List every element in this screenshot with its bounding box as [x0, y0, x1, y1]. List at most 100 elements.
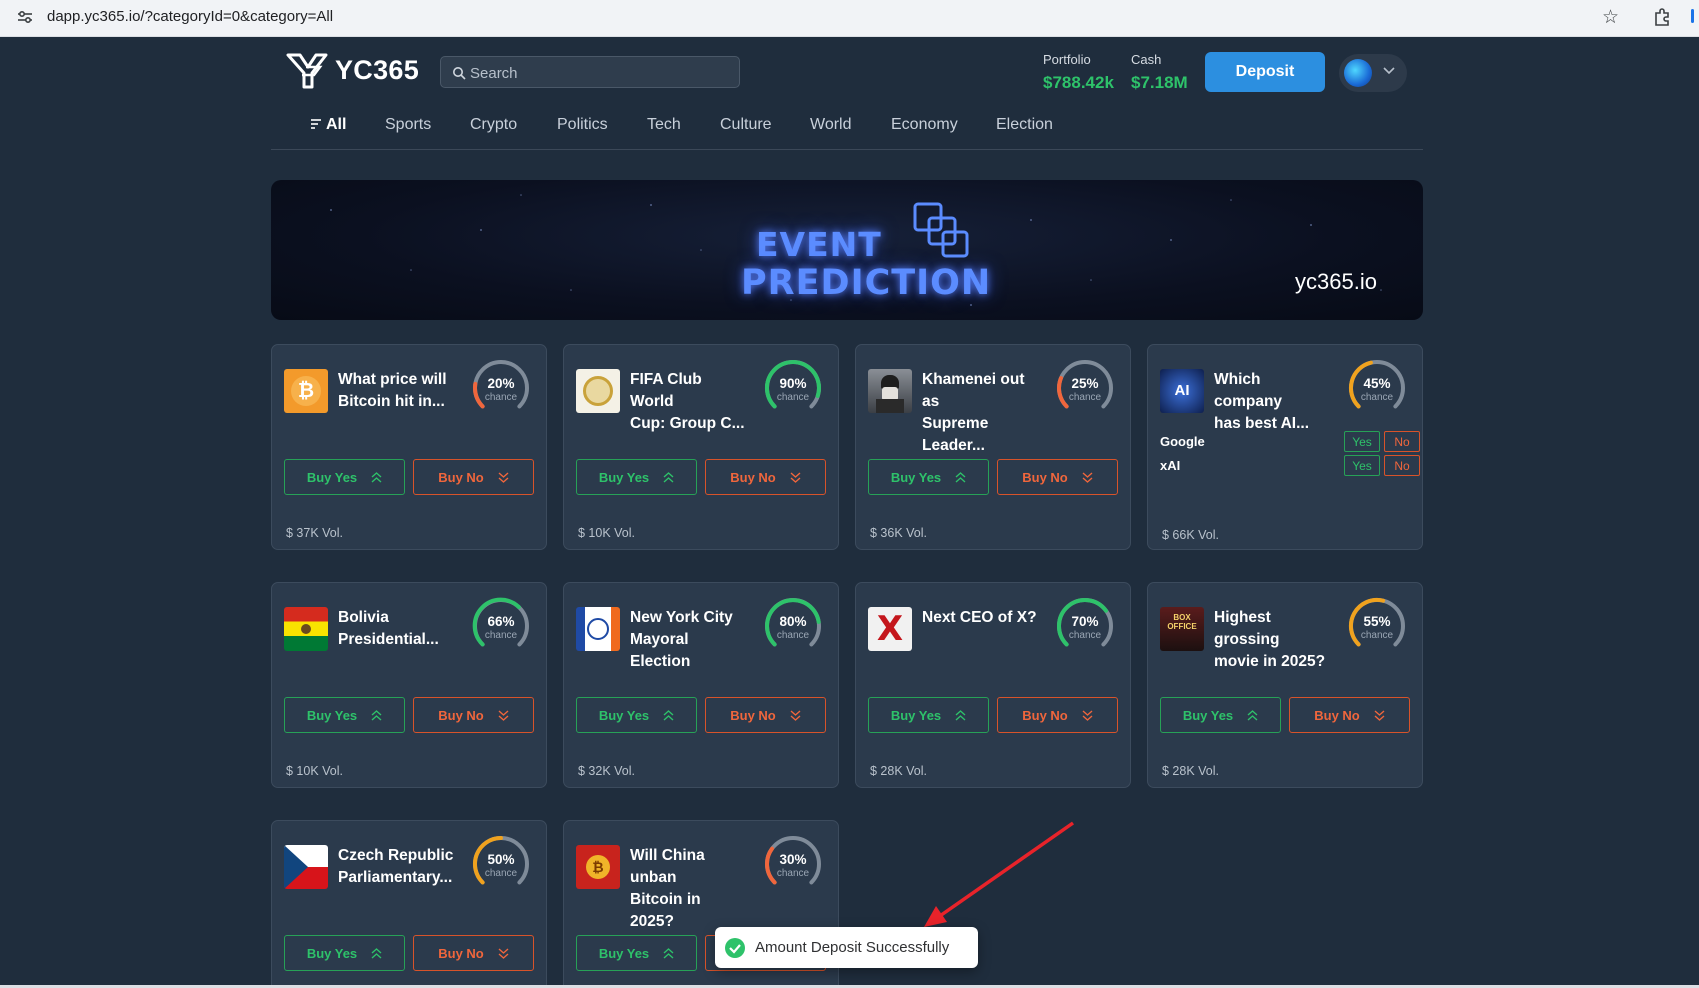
buy-yes-label: Buy Yes [890, 469, 942, 485]
chance-gauge: 45% chance [1346, 359, 1408, 409]
market-title-line1: Khamenei out as [922, 371, 1025, 410]
market-title[interactable]: Which company has best AI... [1214, 369, 1332, 435]
buy-yes-label: Buy Yes [598, 707, 650, 723]
market-card[interactable]: ₿ What price will Bitcoin hit in... 20% chan… [271, 344, 547, 550]
banner-title-line1: EVENT [756, 225, 882, 264]
bitcoin-icon[interactable]: ₿ [284, 369, 328, 413]
market-title[interactable]: Next CEO of X? [922, 607, 1040, 629]
tab-all[interactable]: All [310, 116, 346, 134]
khamenei-portrait-icon[interactable] [868, 369, 912, 413]
brand-name[interactable]: YC365 [335, 55, 419, 86]
tab-election[interactable]: Election [996, 116, 1053, 134]
bolivia-flag-icon[interactable] [284, 607, 328, 651]
tab-world[interactable]: World [810, 116, 852, 134]
market-title[interactable]: Czech Republic Parliamentary... [338, 845, 456, 889]
buy-yes-button[interactable]: Buy Yes [284, 697, 405, 733]
fifa-emblem-icon[interactable] [576, 369, 620, 413]
option-row: Google Yes No [1160, 431, 1420, 453]
deposit-button[interactable]: Deposit [1205, 52, 1325, 92]
tab-culture[interactable]: Culture [720, 116, 772, 134]
market-title[interactable]: Will China unban Bitcoin in 2025? [630, 845, 748, 933]
buy-no-button[interactable]: Buy No [413, 697, 534, 733]
tab-economy[interactable]: Economy [891, 116, 958, 134]
market-title[interactable]: What price will Bitcoin hit in... [338, 369, 456, 413]
tab-politics[interactable]: Politics [557, 116, 608, 134]
buy-no-button[interactable]: Buy No [413, 459, 534, 495]
portfolio-stat[interactable]: Portfolio $788.42k [1043, 52, 1114, 93]
chance-percent: 50% [487, 852, 515, 867]
buy-no-button[interactable]: Buy No [705, 459, 826, 495]
double-chevron-down-icon [498, 709, 509, 721]
market-title[interactable]: Highest grossing movie in 2025? [1214, 607, 1332, 673]
market-card[interactable]: Czech Republic Parliamentary... 50% chance B… [271, 820, 547, 988]
cash-value: $7.18M [1131, 73, 1188, 92]
avatar[interactable] [1344, 59, 1372, 87]
x-logo-icon[interactable]: X [868, 607, 912, 651]
chance-gauge: 25% chance [1054, 359, 1116, 409]
option-no-button[interactable]: No [1384, 431, 1420, 452]
tab-crypto[interactable]: Crypto [470, 116, 517, 134]
market-card[interactable]: FIFA Club World Cup: Group C... 90% chance B… [563, 344, 839, 550]
bookmark-star-icon[interactable]: ☆ [1602, 6, 1619, 29]
chance-gauge: 20% chance [470, 359, 532, 409]
cash-stat[interactable]: Cash $7.18M [1131, 52, 1188, 93]
buy-yes-button[interactable]: Buy Yes [576, 935, 697, 971]
buy-yes-button[interactable]: Buy Yes [868, 697, 989, 733]
chance-percent: 20% [487, 376, 515, 391]
buy-no-button[interactable]: Buy No [997, 459, 1118, 495]
nyc-seal-icon[interactable] [576, 607, 620, 651]
buy-yes-label: Buy Yes [306, 707, 358, 723]
market-card[interactable]: Bolivia Presidential... 66% chance Buy Yes Bu… [271, 582, 547, 788]
site-settings-icon[interactable] [16, 8, 34, 26]
extensions-icon[interactable] [1652, 7, 1672, 27]
chance-gauge: 50% chance [470, 835, 532, 885]
czech-flag-icon[interactable] [284, 845, 328, 889]
china-bitcoin-icon[interactable]: ₿ [576, 845, 620, 889]
account-menu[interactable] [1339, 54, 1407, 92]
double-chevron-up-icon [663, 709, 674, 721]
buy-yes-button[interactable]: Buy Yes [1160, 697, 1281, 733]
chance-label: chance [484, 630, 518, 641]
ai-icon[interactable]: AI [1160, 369, 1204, 413]
chance-label: chance [484, 868, 518, 879]
url-text[interactable]: dapp.yc365.io/?categoryId=0&category=All [47, 8, 333, 25]
volume-text: $ 66K Vol. [1162, 528, 1219, 542]
buy-yes-button[interactable]: Buy Yes [576, 459, 697, 495]
buy-yes-button[interactable]: Buy Yes [284, 459, 405, 495]
market-card[interactable]: BOX OFFICE Highest grossing movie in 2025?… [1147, 582, 1423, 788]
event-prediction-banner[interactable]: EVENT PREDICTION yc365.io [271, 180, 1423, 320]
market-card[interactable]: AI Which company has best AI... 45% chance Go… [1147, 344, 1423, 550]
chance-label: chance [1360, 630, 1394, 641]
double-chevron-up-icon [371, 471, 382, 483]
buy-yes-button[interactable]: Buy Yes [284, 935, 405, 971]
deposit-success-toast: Amount Deposit Successfully [715, 927, 978, 968]
chance-percent: 90% [779, 376, 807, 391]
yc365-logo-icon[interactable] [286, 53, 328, 89]
search-input[interactable] [470, 62, 730, 84]
box-office-icon[interactable]: BOX OFFICE [1160, 607, 1204, 651]
tab-sports[interactable]: Sports [385, 116, 431, 134]
check-circle-icon [725, 938, 745, 958]
buy-no-button[interactable]: Buy No [1289, 697, 1410, 733]
buy-no-button[interactable]: Buy No [705, 697, 826, 733]
market-title[interactable]: Bolivia Presidential... [338, 607, 456, 651]
market-title[interactable]: Khamenei out as Supreme Leader... [922, 369, 1040, 457]
search-box[interactable] [440, 56, 740, 88]
buy-yes-button[interactable]: Buy Yes [868, 459, 989, 495]
market-title-line1: Next CEO of X? [922, 609, 1037, 626]
chance-gauge: 66% chance [470, 597, 532, 647]
option-no-button[interactable]: No [1384, 455, 1420, 476]
tab-tech[interactable]: Tech [647, 116, 681, 134]
buy-no-button[interactable]: Buy No [997, 697, 1118, 733]
market-title[interactable]: FIFA Club World Cup: Group C... [630, 369, 748, 435]
chevron-down-icon[interactable] [1382, 63, 1396, 77]
option-yes-button[interactable]: Yes [1344, 431, 1380, 452]
option-yes-button[interactable]: Yes [1344, 455, 1380, 476]
buy-no-button[interactable]: Buy No [413, 935, 534, 971]
buy-yes-label: Buy Yes [598, 945, 650, 961]
market-title[interactable]: New York City Mayoral Election [630, 607, 748, 673]
market-card[interactable]: New York City Mayoral Election 80% chance Bu… [563, 582, 839, 788]
market-card[interactable]: Khamenei out as Supreme Leader... 25% chanc… [855, 344, 1131, 550]
market-card[interactable]: X Next CEO of X? 70% chance Buy Yes Buy No $ 2… [855, 582, 1131, 788]
buy-yes-button[interactable]: Buy Yes [576, 697, 697, 733]
